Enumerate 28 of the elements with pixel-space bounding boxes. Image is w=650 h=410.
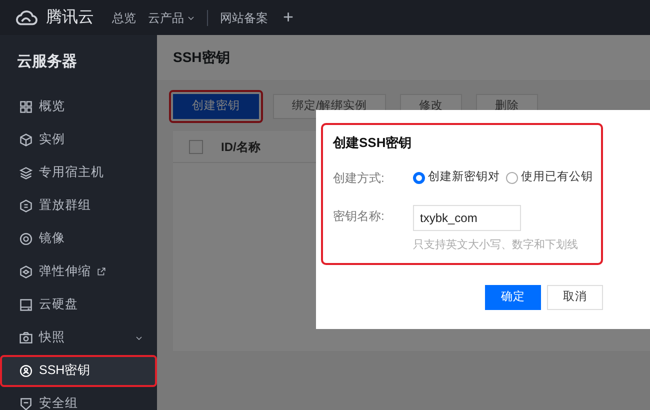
dialog-button[interactable]: 确定: [485, 285, 541, 310]
sidebar-title: 云服务器: [16, 52, 78, 72]
sidebar-item[interactable]: 云硬盘: [0, 288, 157, 320]
radio-option[interactable]: 创建新密钥对: [413, 168, 500, 186]
brand-name: 腾讯云: [46, 8, 94, 28]
sidebar-item[interactable]: 置放群组: [0, 190, 157, 222]
help-text: 只支持英文大小写、数字和下划线: [413, 238, 578, 252]
add-button[interactable]: +: [283, 4, 294, 31]
nav-link[interactable]: 总览: [112, 8, 136, 26]
sidebar-item[interactable]: 快照: [0, 322, 157, 354]
text-field[interactable]: txybk_com: [413, 204, 521, 230]
column-header: ID/名称: [221, 138, 260, 156]
nav-link[interactable]: 云产品: [148, 8, 195, 26]
sidebar-item[interactable]: 专用宿主机: [0, 156, 157, 188]
dialog-button[interactable]: 取消: [547, 285, 603, 310]
field-label: 密钥名称:: [333, 208, 386, 224]
nav-link[interactable]: 网站备案: [220, 8, 268, 26]
field-label: 创建方式:: [333, 170, 386, 186]
sidebar-item[interactable]: SSH密钥: [0, 354, 157, 386]
sidebar-item[interactable]: 概览: [0, 90, 157, 122]
toolbar-button[interactable]: 创建密钥: [173, 94, 259, 119]
sidebar-item[interactable]: 安全组: [0, 388, 157, 410]
dialog-title: 创建SSH密钥: [333, 134, 413, 152]
sidebar-item[interactable]: 弹性伸缩: [0, 256, 157, 288]
sidebar-item[interactable]: 镜像: [0, 222, 157, 254]
radio-option[interactable]: 使用已有公钥: [506, 168, 593, 186]
sidebar-item[interactable]: 实例: [0, 124, 157, 156]
page-title: SSH密钥: [173, 48, 230, 67]
